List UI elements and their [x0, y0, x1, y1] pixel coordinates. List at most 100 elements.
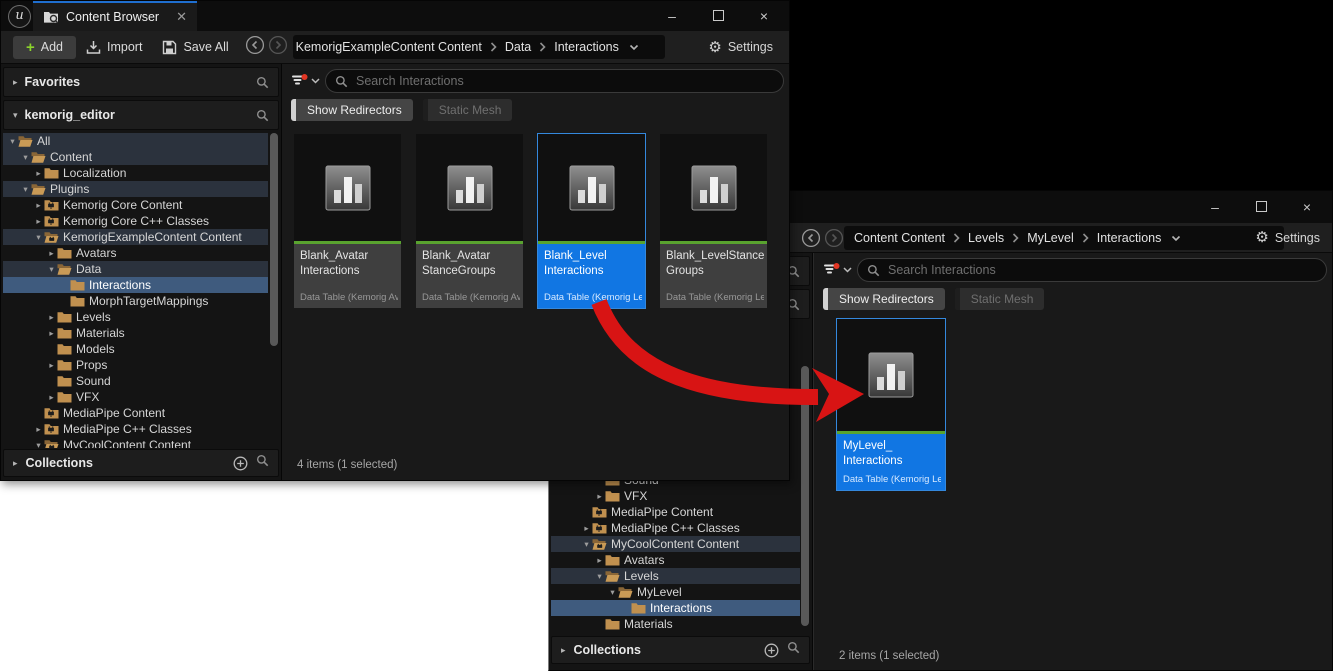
- tree-item-sound[interactable]: Sound: [3, 373, 268, 389]
- expand-arrow-icon[interactable]: ▸: [594, 491, 605, 502]
- tree-item-all[interactable]: ▾All: [3, 133, 268, 149]
- collections-header[interactable]: ▸ Collections: [551, 636, 810, 664]
- maximize-button[interactable]: [695, 8, 741, 24]
- expand-arrow-icon[interactable]: ▾: [581, 539, 592, 550]
- path-dropdown-icon[interactable]: [629, 44, 639, 51]
- expand-arrow-icon[interactable]: ▸: [33, 168, 44, 179]
- tab-content-browser[interactable]: Content Browser ✕: [33, 1, 197, 31]
- tree-item-content[interactable]: ▾Content: [3, 149, 268, 165]
- settings-button[interactable]: ⚙ Settings: [1255, 230, 1320, 245]
- asset-tile-mylevel-interactions[interactable]: MyLevel_InteractionsData Table (Kemorig …: [837, 319, 945, 490]
- tree-item-mediapipe-c-classes[interactable]: ▸MediaPipe C++ Classes: [3, 421, 268, 437]
- minimize-button[interactable]: –: [1192, 199, 1238, 215]
- tree-item-localization[interactable]: ▸Localization: [3, 165, 268, 181]
- tree-item-mediapipe-content[interactable]: MediaPipe Content: [3, 405, 268, 421]
- search-input[interactable]: [886, 262, 1317, 278]
- asset-tile-blank-levelinteractions[interactable]: Blank_LevelInteractionsData Table (Kemor…: [538, 134, 645, 308]
- tree-item-avatars[interactable]: ▸Avatars: [551, 552, 800, 568]
- tree-item-mycoolcontent-content[interactable]: ▾MyCoolContent Content: [551, 536, 800, 552]
- filter-chip-static-mesh[interactable]: Static Mesh: [423, 99, 513, 121]
- expand-arrow-icon[interactable]: ▸: [13, 458, 18, 469]
- asset-tile-blank-avatarstancegroups[interactable]: Blank_AvatarStanceGroupsData Table (Kemo…: [416, 134, 523, 308]
- breadcrumb-segment-levels[interactable]: Levels: [968, 231, 1004, 245]
- filter-button[interactable]: [823, 263, 852, 277]
- filter-chip-show-redirectors[interactable]: Show Redirectors: [823, 288, 945, 310]
- expand-arrow-icon[interactable]: ▸: [46, 312, 57, 323]
- path-dropdown-icon[interactable]: [1171, 235, 1181, 242]
- asset-tile-blank-avatarinteractions[interactable]: Blank_AvatarInteractionsData Table (Kemo…: [294, 134, 401, 308]
- tree-item-kemorigexamplecontent-content[interactable]: ▾KemorigExampleContent Content: [3, 229, 268, 245]
- back-button[interactable]: [245, 35, 265, 60]
- collections-header[interactable]: ▸ Collections: [3, 449, 279, 477]
- tree-item-morphtargetmappings[interactable]: MorphTargetMappings: [3, 293, 268, 309]
- expand-arrow-icon[interactable]: ▾: [33, 232, 44, 243]
- expand-arrow-icon[interactable]: ▸: [33, 200, 44, 211]
- filter-chip-static-mesh[interactable]: Static Mesh: [955, 288, 1045, 310]
- search-input[interactable]: [354, 73, 774, 89]
- minimize-button[interactable]: –: [649, 8, 695, 24]
- collapse-arrow-icon[interactable]: ▾: [13, 110, 18, 121]
- tree-item-mycoolcontent-content[interactable]: ▾MyCoolContent Content: [3, 437, 268, 448]
- expand-arrow-icon[interactable]: ▸: [33, 216, 44, 227]
- settings-button[interactable]: ⚙ Settings: [708, 40, 777, 55]
- expand-arrow-icon[interactable]: ▾: [607, 587, 618, 598]
- breadcrumb-segment-mylevel[interactable]: MyLevel: [1027, 231, 1074, 245]
- close-button[interactable]: ×: [741, 8, 787, 24]
- add-collection-button[interactable]: [764, 643, 779, 658]
- search-icon[interactable]: [256, 454, 269, 472]
- tree-item-vfx[interactable]: ▸VFX: [3, 389, 268, 405]
- tree-item-kemorig-core-c-classes[interactable]: ▸Kemorig Core C++ Classes: [3, 213, 268, 229]
- tree-item-mylevel[interactable]: ▾MyLevel: [551, 584, 800, 600]
- tree-item-materials[interactable]: ▸Materials: [3, 325, 268, 341]
- add-button[interactable]: + Add: [13, 36, 76, 59]
- breadcrumb-segment-content-content[interactable]: Content Content: [854, 231, 945, 245]
- breadcrumb-segment-data[interactable]: Data: [505, 40, 531, 54]
- favorites-header[interactable]: ▸ Favorites: [3, 67, 279, 97]
- source-header[interactable]: ▾ kemorig_editor: [3, 100, 279, 130]
- asset-tile-blank-levelstancegroups[interactable]: Blank_LevelStanceGroupsData Table (Kemor…: [660, 134, 767, 308]
- tree-item-mediapipe-c-classes[interactable]: ▸MediaPipe C++ Classes: [551, 520, 800, 536]
- search-icon[interactable]: [256, 109, 269, 122]
- tree-item-levels[interactable]: ▾Levels: [551, 568, 800, 584]
- tree-item-vfx[interactable]: ▸VFX: [551, 488, 800, 504]
- scrollbar-thumb[interactable]: [801, 366, 809, 626]
- expand-arrow-icon[interactable]: ▾: [20, 184, 31, 195]
- expand-arrow-icon[interactable]: ▸: [46, 248, 57, 259]
- expand-arrow-icon[interactable]: ▸: [46, 392, 57, 403]
- expand-arrow-icon[interactable]: ▸: [33, 424, 44, 435]
- close-button[interactable]: ×: [1284, 199, 1330, 215]
- tree-item-data[interactable]: ▾Data: [3, 261, 268, 277]
- filter-button[interactable]: [291, 74, 320, 88]
- back-button[interactable]: [801, 228, 821, 253]
- expand-arrow-icon[interactable]: ▾: [46, 264, 57, 275]
- expand-arrow-icon[interactable]: ▸: [594, 555, 605, 566]
- search-icon[interactable]: [256, 76, 269, 89]
- expand-arrow-icon[interactable]: ▾: [20, 152, 31, 163]
- expand-arrow-icon[interactable]: ▾: [594, 571, 605, 582]
- titlebar[interactable]: u Content Browser ✕ – ×: [1, 1, 789, 31]
- tree-item-avatars[interactable]: ▸Avatars: [3, 245, 268, 261]
- expand-arrow-icon[interactable]: ▸: [561, 645, 566, 656]
- tree-item-interactions[interactable]: Interactions: [551, 600, 800, 616]
- breadcrumb-segment-interactions[interactable]: Interactions: [1097, 231, 1162, 245]
- tree-item-plugins[interactable]: ▾Plugins: [3, 181, 268, 197]
- scrollbar-thumb[interactable]: [270, 133, 278, 346]
- search-field[interactable]: [857, 258, 1327, 282]
- tree-item-levels[interactable]: ▸Levels: [3, 309, 268, 325]
- maximize-button[interactable]: [1238, 199, 1284, 215]
- expand-arrow-icon[interactable]: ▸: [13, 77, 18, 88]
- tree-item-materials[interactable]: Materials: [551, 616, 800, 632]
- forward-button[interactable]: [824, 228, 844, 253]
- expand-arrow-icon[interactable]: ▸: [46, 360, 57, 371]
- import-button[interactable]: Import: [76, 36, 152, 59]
- filter-chip-show-redirectors[interactable]: Show Redirectors: [291, 99, 413, 121]
- expand-arrow-icon[interactable]: ▾: [7, 136, 18, 147]
- tab-close-icon[interactable]: ✕: [176, 9, 187, 25]
- expand-arrow-icon[interactable]: ▸: [581, 523, 592, 534]
- breadcrumb-segment-kemorigexamplecontent-content[interactable]: KemorigExampleContent Content: [296, 40, 482, 54]
- search-icon[interactable]: [787, 641, 800, 659]
- tree-item-mediapipe-content[interactable]: MediaPipe Content: [551, 504, 800, 520]
- tree-item-interactions[interactable]: Interactions: [3, 277, 268, 293]
- add-collection-button[interactable]: [233, 456, 248, 471]
- expand-arrow-icon[interactable]: ▾: [33, 440, 44, 449]
